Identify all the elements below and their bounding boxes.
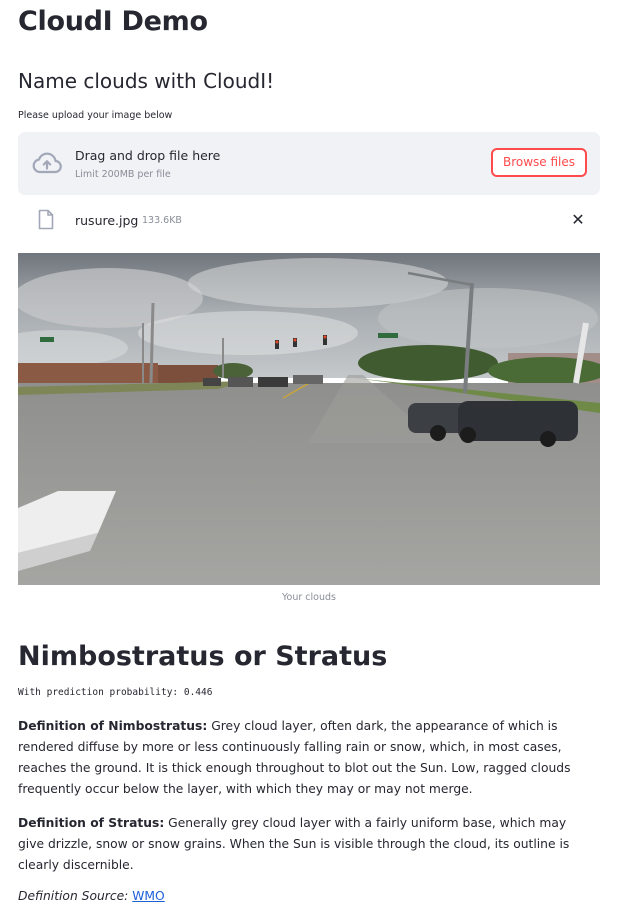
nimbostratus-definition: Definition of Nimbostratus: Grey cloud l… [18, 716, 588, 800]
image-caption: Your clouds [282, 592, 336, 603]
browse-files-button[interactable]: Browse files [491, 148, 587, 177]
prediction-probability: With prediction probability: 0.446 [18, 687, 213, 698]
stratus-definition: Definition of Stratus: Generally grey cl… [18, 813, 588, 876]
uploaded-cloud-image [18, 253, 600, 585]
file-size: 133.6KB [142, 215, 182, 226]
file-dropzone[interactable]: Drag and drop file here Limit 200MB per … [18, 132, 600, 195]
dropzone-instructions: Drag and drop file here [75, 148, 221, 163]
source-label: Definition Source: [18, 889, 133, 903]
page-subtitle: Name clouds with CloudI! [18, 69, 275, 93]
definition-source: Definition Source: WMO [18, 889, 165, 903]
definition-label: Definition of Stratus: [18, 816, 165, 830]
prediction-title: Nimbostratus or Stratus [18, 641, 388, 672]
page-title: CloudI Demo [18, 6, 208, 37]
definition-label: Definition of Nimbostratus: [18, 719, 208, 733]
file-name: rusure.jpg [75, 213, 139, 228]
wmo-link[interactable]: WMO [132, 889, 164, 903]
cloud-upload-icon [32, 152, 62, 174]
uploaded-file-item: rusure.jpg 133.6KB ✕ [18, 205, 600, 237]
remove-file-button[interactable]: ✕ [570, 209, 586, 231]
file-icon [38, 209, 54, 230]
uploader-label: Please upload your image below [18, 110, 173, 121]
dropzone-limit: Limit 200MB per file [75, 169, 171, 180]
